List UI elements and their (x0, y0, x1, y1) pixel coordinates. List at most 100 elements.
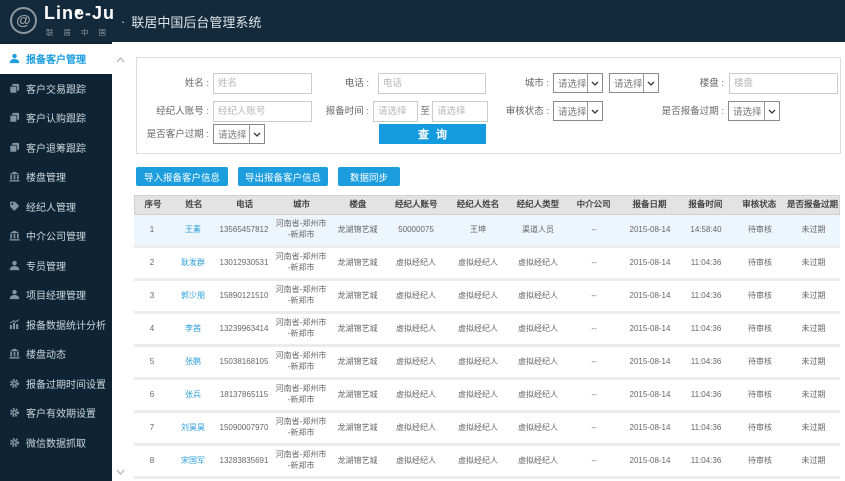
audit-status-label: 审核状态 : (505, 106, 549, 117)
table-cell: 2015-08-14 (629, 389, 671, 399)
admin-page: @ Line-Ju 联居中国 · 联居中国后台管理系统 报备客户管理客户交易跟踪… (0, 0, 845, 481)
table-cell: 龙湖锦艺城 (337, 356, 378, 366)
query-button[interactable]: 查询 (379, 124, 486, 144)
customer-name-link[interactable]: 王素 (170, 215, 216, 245)
city-province-select[interactable]: 请选择 (553, 73, 603, 93)
table-cell: 虚拟经纪人 (458, 389, 498, 399)
table-cell: 待审核 (748, 422, 772, 432)
table-cell: 待审核 (748, 356, 772, 366)
customer-name-link[interactable]: 刘昊昊 (170, 413, 216, 443)
table-cell: 8 (149, 455, 155, 465)
table-cell: 虚拟经纪人 (518, 455, 558, 465)
table-row: 1 王素 13565457812 河南省-郑州市 -新郑市 龙湖锦艺城 50000075 王… (134, 215, 840, 248)
sidebar-item[interactable]: 项目经理管理 (0, 280, 112, 310)
customer-name-link[interactable]: 郭少朋 (170, 281, 216, 311)
sidebar-scroll-down-icon[interactable] (112, 466, 128, 478)
column-header: 经纪人姓名 (456, 199, 500, 210)
sidebar-item[interactable]: 楼盘管理 (0, 162, 112, 192)
table-cell: 虚拟经纪人 (518, 356, 558, 366)
sidebar-item-label: 报备过期时间设置 (26, 379, 106, 391)
phone-label: 电话 : (344, 78, 369, 89)
report-expired-select[interactable]: 请选择 (728, 101, 780, 121)
stack-icon (9, 142, 20, 153)
search-form: 姓名 : 电话 : 城市 : 请选择 请选择 楼盘 : 经纪人账号 : 报备时间… (136, 57, 841, 154)
customer-name-link[interactable]: 耿发群 (170, 248, 216, 278)
table-cell: 2 (149, 257, 155, 267)
page-title: · 联居中国后台管理系统 (121, 0, 261, 42)
column-header: 报备时间 (688, 199, 723, 210)
table-cell: 河南省-郑州市 -新郑市 (275, 450, 327, 470)
table-cell: 虚拟经纪人 (458, 356, 498, 366)
sidebar-item-label: 楼盘动态 (26, 350, 66, 362)
sidebar-item[interactable]: 楼盘动态 (0, 339, 112, 369)
customer-name-link[interactable]: 宋国军 (170, 446, 216, 476)
sidebar-item-label: 报备客户管理 (26, 55, 86, 67)
export-button[interactable]: 导出报备客户信息 (238, 167, 328, 186)
chevron-down-icon (587, 74, 602, 92)
table-cell: 虚拟经纪人 (518, 257, 558, 267)
table-cell: 虚拟经纪人 (458, 290, 498, 300)
sidebar-item[interactable]: 中介公司管理 (0, 221, 112, 251)
property-input[interactable] (729, 73, 838, 94)
sidebar-item[interactable]: 报备数据统计分析 (0, 310, 112, 340)
column-header: 序号 (144, 199, 162, 210)
sync-button[interactable]: 数据同步 (338, 167, 400, 186)
table-cell: 14:58:40 (690, 224, 722, 234)
user-icon (9, 289, 20, 300)
customer-expired-label: 是否客户过期 : (146, 129, 209, 140)
table-cell: 虚拟经纪人 (396, 323, 436, 333)
table-cell: 龙湖锦艺城 (337, 224, 378, 234)
table-body: 1 王素 13565457812 河南省-郑州市 -新郑市 龙湖锦艺城 50000075 王… (134, 215, 840, 479)
sidebar-item-label: 经纪人管理 (26, 202, 76, 214)
sidebar-item[interactable]: 报备客户管理 (0, 44, 128, 74)
column-header: 姓名 (185, 199, 203, 210)
customer-name-link[interactable]: 张兵 (170, 380, 216, 410)
report-expired-label: 是否报备过期 : (661, 106, 724, 117)
column-header: 城市 (293, 199, 311, 210)
audit-status-select[interactable]: 请选择 (553, 101, 603, 121)
table-cell: 11:04:36 (690, 455, 722, 465)
table-cell: 河南省-郑州市 -新郑市 (275, 252, 327, 272)
sidebar-item[interactable]: 客户认购跟踪 (0, 103, 112, 133)
table-cell: 龙湖锦艺城 (337, 455, 378, 465)
table-cell: 未过期 (801, 257, 826, 267)
sidebar-item[interactable]: 客户退筹跟踪 (0, 133, 112, 163)
table-cell: 2015-08-14 (629, 356, 671, 366)
customer-expired-select[interactable]: 请选择 (213, 124, 265, 144)
sidebar-item[interactable]: 微信数据抓取 (0, 428, 112, 458)
table-cell: 未过期 (801, 422, 826, 432)
sidebar-item[interactable]: 客户交易跟踪 (0, 74, 112, 104)
table-cell: 虚拟经纪人 (396, 389, 436, 399)
report-time-start-input[interactable] (373, 101, 418, 122)
sidebar-item[interactable]: 报备过期时间设置 (0, 369, 112, 399)
bank-icon (9, 230, 20, 241)
table-cell: 虚拟经纪人 (458, 455, 498, 465)
customer-name-link[interactable]: 李茜 (170, 314, 216, 344)
table-cell: 河南省-郑州市 -新郑市 (275, 384, 327, 404)
sidebar-item-label: 客户有效期设置 (26, 409, 96, 421)
import-button[interactable]: 导入报备客户信息 (136, 167, 228, 186)
table-cell: -- (591, 224, 597, 234)
agent-account-label: 经纪人账号 : (156, 106, 209, 117)
table-row: 6 张兵 18137865115 河南省-郑州市 -新郑市 龙湖锦艺城 虚拟经纪人 虚拟经纪… (134, 380, 840, 413)
table-cell: 待审核 (748, 224, 772, 234)
table-cell: 虚拟经纪人 (396, 257, 436, 267)
sidebar-item[interactable]: 专员管理 (0, 251, 112, 281)
table-cell: 虚拟经纪人 (396, 290, 436, 300)
table-cell: 未过期 (801, 290, 826, 300)
sidebar-item[interactable]: 经纪人管理 (0, 192, 112, 222)
customer-name-link[interactable]: 张鹏 (170, 347, 216, 377)
table-cell: -- (591, 323, 597, 333)
gear-icon (9, 378, 20, 389)
chevron-down-icon (587, 102, 602, 120)
table-cell: -- (591, 356, 597, 366)
sidebar-scroll-up-icon[interactable] (112, 54, 128, 66)
sidebar-item-label: 楼盘管理 (26, 173, 66, 185)
table-row: 5 张鹏 15038168105 河南省-郑州市 -新郑市 龙湖锦艺城 虚拟经纪人 虚拟经纪… (134, 347, 840, 380)
table-cell: 待审核 (748, 290, 772, 300)
table-cell: 渠道人员 (522, 224, 554, 234)
sidebar-item[interactable]: 客户有效期设置 (0, 398, 112, 428)
table-cell: 2015-08-14 (629, 224, 671, 234)
table-cell: 15038168105 (219, 356, 269, 366)
bank-icon (9, 348, 20, 359)
